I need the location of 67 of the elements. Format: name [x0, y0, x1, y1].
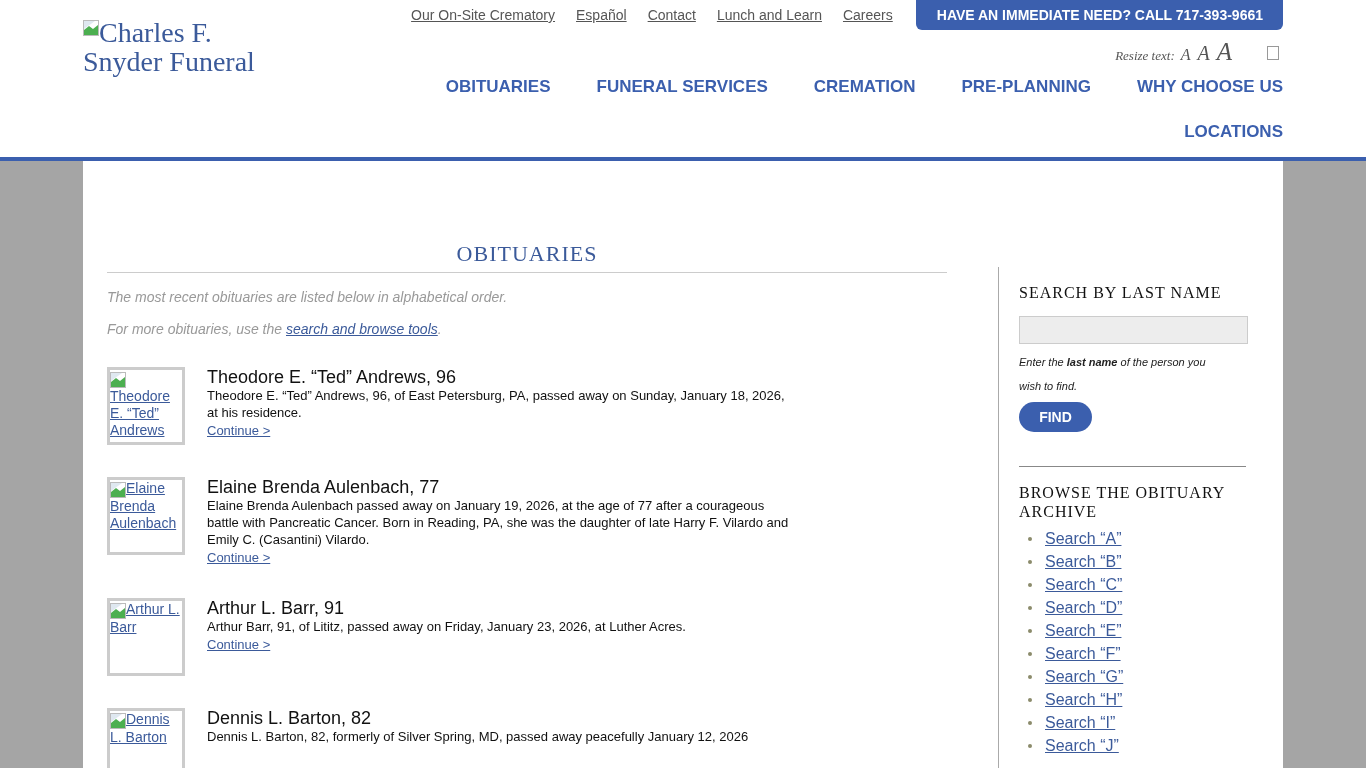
archive-link[interactable]: Search “F”	[1045, 644, 1121, 663]
obituary-summary: Theodore E. “Ted” Andrews, 96, of East Petersburg, PA, passed away on Sunday, January 18, 2026, at his residence.	[207, 387, 786, 421]
archive-link[interactable]: Search “I”	[1045, 713, 1116, 732]
broken-image-icon	[110, 603, 126, 619]
archive-link[interactable]: Search “A”	[1045, 529, 1122, 548]
find-button[interactable]: FIND	[1019, 402, 1092, 432]
utility-link[interactable]: Careers	[842, 7, 893, 23]
intro-text: For more obituaries, use the search and browse tools.	[107, 321, 443, 337]
bullet-icon	[1028, 674, 1032, 679]
sidebar-heading: SEARCH BY LAST NAME	[1019, 283, 1223, 302]
obituary-name: Elaine Brenda Aulenbach, 77	[207, 477, 441, 497]
bullet-icon	[1028, 720, 1032, 725]
archive-link[interactable]: Search “B”	[1045, 552, 1122, 571]
page-title: OBITUARIES	[107, 241, 947, 273]
bullet-icon	[1028, 559, 1032, 564]
obituary-summary: Dennis L. Barton, 82, formerly of Silver Spring, MD, passed away peacefully January 12, 2026	[207, 728, 750, 745]
search-hint: Enter the last name of the person you wish to find.	[1019, 355, 1207, 394]
archive-link[interactable]: Search “D”	[1045, 598, 1123, 617]
photo-frame[interactable]: Elaine Brenda Aulenbach	[107, 477, 185, 555]
nav-link[interactable]: CREMATION	[813, 77, 916, 97]
bullet-icon	[1028, 582, 1032, 587]
search-tools-link[interactable]: search and browse tools	[286, 321, 438, 337]
archive-link[interactable]: Search “J”	[1045, 736, 1119, 755]
logo-link[interactable]: Charles F. Snyder Funeral	[83, 18, 283, 142]
bullet-icon	[1028, 697, 1032, 702]
sidebar-heading: BROWSE THE OBITUARY ARCHIVE	[1019, 483, 1226, 521]
nav-link[interactable]: WHY CHOOSE US	[1136, 77, 1283, 97]
last-name-field[interactable]	[1019, 316, 1248, 344]
text-size-button[interactable]: A	[1216, 38, 1232, 66]
obituary-name: Dennis L. Barton, 82	[207, 708, 373, 728]
photo-frame[interactable]: Dennis L. Barton	[107, 708, 185, 768]
bullet-icon	[1028, 605, 1032, 610]
obituary-name: Theodore E. “Ted” Andrews, 96	[207, 367, 458, 387]
immediate-need-button[interactable]: HAVE AN IMMEDIATE NEED? CALL 717-393-9661	[915, 0, 1283, 30]
text-size-button[interactable]: A	[1197, 42, 1210, 65]
nav-link[interactable]: OBITUARIES	[445, 77, 551, 97]
bullet-icon	[1028, 651, 1032, 656]
bullet-icon	[1028, 628, 1032, 633]
broken-image-icon	[110, 713, 126, 729]
photo-frame[interactable]: Theodore E. “Ted” Andrews	[107, 367, 185, 445]
nav-link[interactable]: FUNERAL SERVICES	[596, 77, 768, 97]
archive-link[interactable]: Search “E”	[1045, 621, 1122, 640]
resize-label: Resize text:	[1115, 48, 1175, 64]
obituary-summary: Elaine Brenda Aulenbach passed away on January 19, 2026, at the age of 77 after a courageous battle with Pancreatic Cancer. Born in Reading, PA, she was the daughter of late Harry F. Vilardo and Emily C. (Casantini) Vilardo.	[207, 497, 790, 548]
utility-link[interactable]: Our On-Site Crematory	[411, 7, 556, 23]
continue-link[interactable]: Continue >	[207, 550, 271, 565]
obituary-name: Arthur L. Barr, 91	[207, 598, 346, 618]
archive-link[interactable]: Search “G”	[1045, 667, 1124, 686]
continue-link[interactable]: Continue >	[207, 423, 271, 438]
archive-link[interactable]: Search “H”	[1045, 690, 1123, 709]
obituary-summary: Arthur Barr, 91, of Lititz, passed away on Friday, January 23, 2026, at Luther Acres.	[207, 618, 687, 635]
broken-image-icon	[110, 482, 126, 498]
archive-link[interactable]: Search “C”	[1045, 575, 1123, 594]
square-icon[interactable]	[1267, 46, 1279, 60]
text-size-button[interactable]: A	[1180, 46, 1191, 64]
broken-image-icon	[83, 20, 99, 36]
nav-link[interactable]: PRE-PLANNING	[961, 77, 1091, 97]
bullet-icon	[1028, 536, 1032, 541]
utility-link[interactable]: Contact	[647, 7, 696, 23]
bullet-icon	[1028, 743, 1032, 748]
nav-link[interactable]: LOCATIONS	[1184, 122, 1283, 142]
intro-text: The most recent obituaries are listed below in alphabetical order.	[107, 289, 509, 305]
continue-link[interactable]: Continue >	[207, 637, 271, 652]
photo-frame[interactable]: Arthur L. Barr	[107, 598, 185, 676]
utility-link[interactable]: Lunch and Learn	[716, 7, 822, 23]
utility-link[interactable]: Español	[576, 7, 627, 23]
broken-image-icon	[110, 372, 126, 388]
